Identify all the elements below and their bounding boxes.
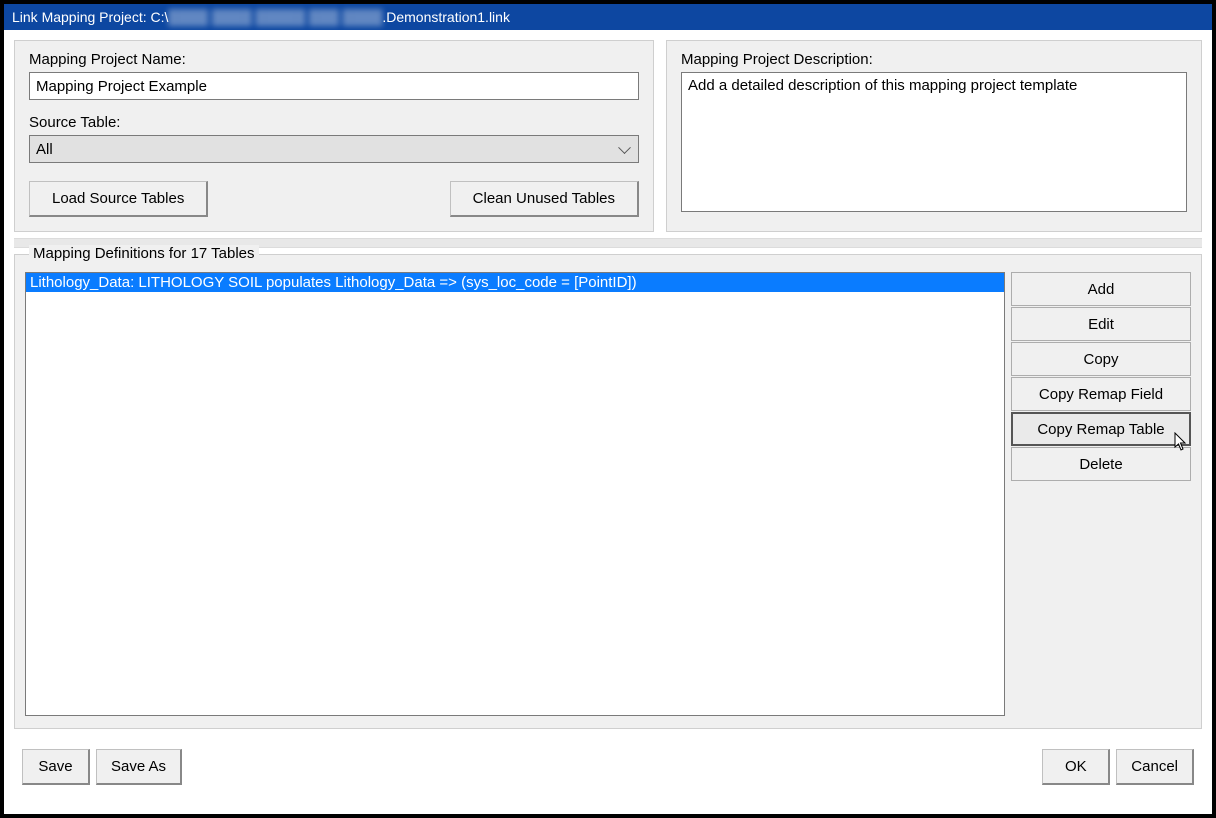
project-name-label: Mapping Project Name: bbox=[29, 51, 639, 68]
source-table-select[interactable]: All bbox=[29, 135, 639, 163]
delete-button[interactable]: Delete bbox=[1011, 447, 1191, 481]
edit-button[interactable]: Edit bbox=[1011, 307, 1191, 341]
copy-button[interactable]: Copy bbox=[1011, 342, 1191, 376]
ok-button[interactable]: OK bbox=[1042, 749, 1110, 785]
load-source-tables-button[interactable]: Load Source Tables bbox=[29, 181, 208, 217]
description-label: Mapping Project Description: bbox=[681, 51, 1187, 68]
definitions-legend: Mapping Definitions for 17 Tables bbox=[29, 245, 259, 262]
project-name-input[interactable] bbox=[29, 72, 639, 100]
clean-unused-tables-button[interactable]: Clean Unused Tables bbox=[450, 181, 639, 217]
save-button[interactable]: Save bbox=[22, 749, 90, 785]
cancel-button[interactable]: Cancel bbox=[1116, 749, 1194, 785]
source-table-value: All bbox=[36, 141, 53, 158]
save-as-button[interactable]: Save As bbox=[96, 749, 182, 785]
titlebar-text-suffix: .Demonstration1.link bbox=[382, 9, 510, 25]
client-area: Mapping Project Name: Source Table: All … bbox=[4, 30, 1212, 795]
definitions-listbox[interactable]: Lithology_Data: LITHOLOGY SOIL populates… bbox=[25, 272, 1005, 716]
project-panel: Mapping Project Name: Source Table: All … bbox=[14, 40, 654, 232]
footer: Save Save As OK Cancel bbox=[14, 729, 1202, 785]
add-button[interactable]: Add bbox=[1011, 272, 1191, 306]
titlebar-text-prefix: Link Mapping Project: C:\ bbox=[12, 9, 168, 25]
copy-remap-table-button[interactable]: Copy Remap Table bbox=[1011, 412, 1191, 446]
list-item[interactable]: Lithology_Data: LITHOLOGY SOIL populates… bbox=[26, 273, 1004, 292]
definitions-body: Lithology_Data: LITHOLOGY SOIL populates… bbox=[25, 272, 1191, 716]
copy-remap-field-button[interactable]: Copy Remap Field bbox=[1011, 377, 1191, 411]
definitions-panel: Mapping Definitions for 17 Tables Lithol… bbox=[14, 254, 1202, 729]
description-textarea[interactable] bbox=[681, 72, 1187, 212]
definitions-actions: Add Edit Copy Copy Remap Field Copy Rema… bbox=[1011, 272, 1191, 716]
titlebar: Link Mapping Project: C:\████ ████ █████… bbox=[4, 4, 1212, 30]
description-panel: Mapping Project Description: bbox=[666, 40, 1202, 232]
chevron-down-icon bbox=[620, 146, 630, 152]
titlebar-redacted: ████ ████ █████ ███ ████ bbox=[168, 4, 382, 30]
source-table-label: Source Table: bbox=[29, 114, 639, 131]
window-frame: Link Mapping Project: C:\████ ████ █████… bbox=[4, 4, 1212, 814]
top-panels: Mapping Project Name: Source Table: All … bbox=[14, 40, 1202, 232]
